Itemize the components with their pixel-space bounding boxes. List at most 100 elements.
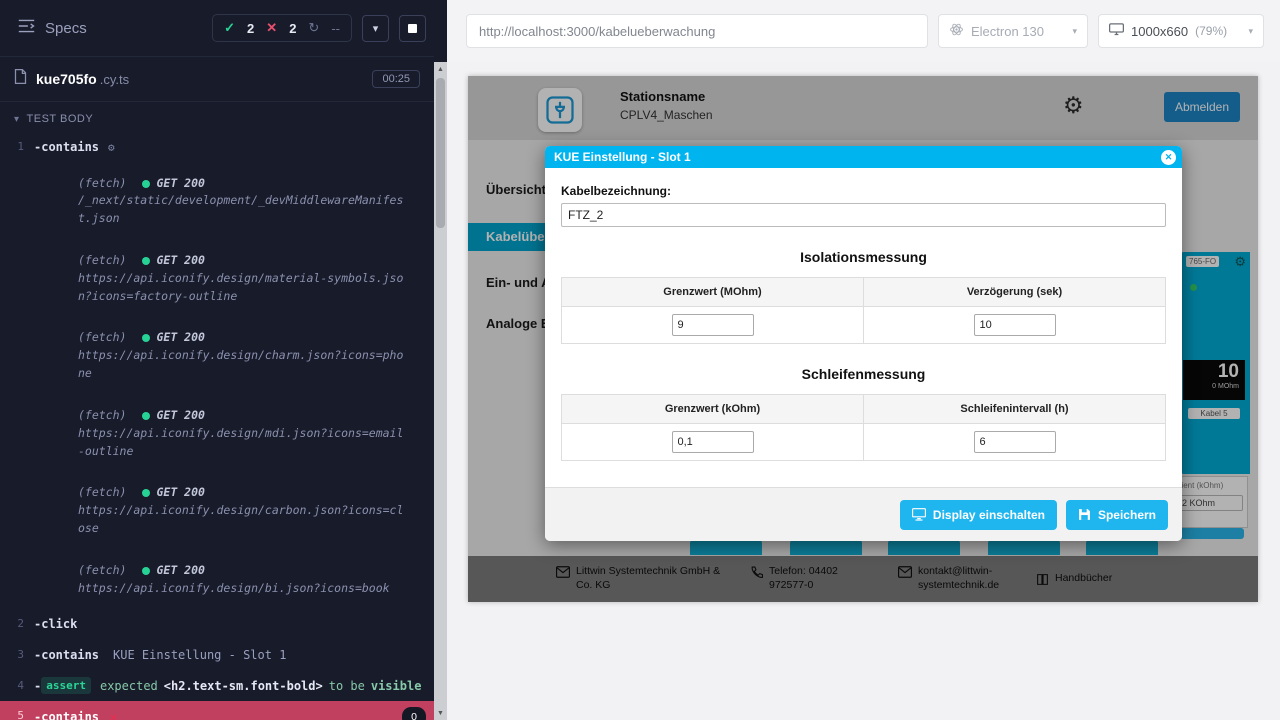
passed-count: 2	[247, 21, 254, 36]
column-header: Verzögerung (sek)	[864, 278, 1166, 307]
spec-file-icon	[14, 69, 27, 89]
spec-duration: 00:25	[372, 70, 420, 88]
schleifenmessung-table: Grenzwert (kOhm) Schleifenintervall (h)	[561, 394, 1166, 461]
fetch-log-5[interactable]: (fetch)GET 200 https://api.iconify.desig…	[0, 472, 434, 549]
fetch-url: https://api.iconify.design/mdi.json?icon…	[78, 425, 408, 461]
viewport-selector[interactable]: 1000x660 (79%) ▾	[1098, 14, 1264, 48]
reporter-scrollbar[interactable]: ▲ ▼	[434, 0, 447, 720]
scroll-down-arrow[interactable]: ▼	[434, 706, 447, 720]
speichern-button[interactable]: Speichern	[1066, 500, 1168, 530]
command-argument: KUE Einstellung - Slot 1	[113, 646, 286, 665]
test-body-label: TEST BODY	[27, 113, 94, 125]
fetch-label: (fetch)	[78, 407, 126, 425]
status-dot-icon	[142, 489, 150, 497]
spec-file-row[interactable]: kue705fo .cy.ts 00:25	[0, 56, 434, 102]
test-body-header[interactable]: ▾ TEST BODY	[0, 102, 434, 132]
fail-x-icon: ✕	[110, 708, 117, 720]
screen: Specs ✓ 2 ✕ 2 ↻ -- ▾ kue705fo .cy.ts 00:…	[0, 0, 1280, 720]
command-click[interactable]: 2 -click	[0, 609, 434, 640]
chevron-down-icon: ▾	[1072, 26, 1077, 37]
command-number: 3	[0, 646, 34, 661]
pending-count: --	[331, 21, 340, 36]
verzoegerung-sek-input[interactable]	[974, 314, 1056, 336]
collapse-button[interactable]: ▾	[362, 15, 389, 42]
assert-middle: to be	[329, 677, 365, 696]
specs-label[interactable]: Specs	[45, 20, 87, 37]
fetch-label: (fetch)	[78, 329, 126, 347]
scrollbar-thumb[interactable]	[436, 78, 445, 228]
modal-header: KUE Einstellung - Slot 1 ✕	[545, 146, 1182, 168]
fetch-log-2[interactable]: (fetch) GET 200 https://api.iconify.desig…	[0, 240, 434, 317]
fetch-status: GET 200	[156, 252, 204, 270]
column-header: Grenzwert (kOhm)	[562, 395, 864, 424]
command-contains-1[interactable]: 1 -contains⚙	[0, 132, 434, 163]
stop-button[interactable]	[399, 15, 426, 42]
assert-state: visible	[371, 677, 422, 696]
test-stats: ✓ 2 ✕ 2 ↻ --	[212, 14, 352, 42]
schleifenintervall-input[interactable]	[974, 431, 1056, 453]
modal-title: KUE Einstellung - Slot 1	[554, 150, 691, 164]
status-dot-icon	[142, 334, 150, 342]
isolationsmessung-title: Isolationsmessung	[561, 249, 1166, 265]
command-assert[interactable]: 4 -assertexpected<h2.text-sm.font-bold>t…	[0, 671, 434, 702]
fetch-url: https://api.iconify.design/material-symb…	[78, 270, 408, 306]
spec-name: kue705fo	[36, 71, 97, 87]
fetch-status: GET 200	[156, 329, 204, 347]
sidebar-toggle-icon[interactable]	[18, 19, 35, 38]
command-name: contains	[41, 646, 99, 665]
command-contains-2[interactable]: 3 -containsKUE Einstellung - Slot 1	[0, 640, 434, 671]
fetch-url: https://api.iconify.design/charm.json?ic…	[78, 347, 408, 383]
status-dot-icon	[142, 567, 150, 575]
kabelbezeichnung-input[interactable]	[561, 203, 1166, 227]
retry-badge: 0	[402, 707, 426, 720]
assert-badge: assert	[41, 677, 91, 694]
command-contains-failed[interactable]: 5 -contains✕0	[0, 701, 434, 720]
fetch-log-3[interactable]: (fetch) GET 200 https://api.iconify.desig…	[0, 317, 434, 394]
failed-icon: ✕	[266, 20, 277, 36]
fetch-log-4[interactable]: (fetch) GET 200 https://api.iconify.desig…	[0, 395, 434, 472]
fetch-label: (fetch)	[78, 562, 126, 580]
grenzwert-mohm-input[interactable]	[672, 314, 754, 336]
monitor-icon	[1109, 23, 1124, 39]
command-name: contains	[41, 138, 99, 157]
fetch-url: https://api.iconify.design/bi.json?icons…	[78, 580, 408, 598]
electron-icon	[949, 22, 964, 40]
schleifenmessung-title: Schleifenmessung	[561, 366, 1166, 382]
fetch-status: GET 200	[156, 562, 204, 580]
fetch-label: (fetch)	[78, 175, 126, 193]
command-number: 1	[0, 138, 34, 153]
kabelbezeichnung-label: Kabelbezeichnung:	[561, 184, 1166, 198]
stop-icon	[408, 24, 417, 33]
viewport-zoom: (79%)	[1195, 24, 1227, 38]
failed-count: 2	[289, 21, 296, 36]
command-number: 2	[0, 615, 34, 630]
fetch-log-1[interactable]: (fetch)GET 200 /_next/static/development…	[0, 163, 434, 240]
runner-topbar: Electron 130 ▾ 1000x660 (79%) ▾	[447, 0, 1280, 62]
scroll-up-arrow[interactable]: ▲	[434, 62, 447, 76]
modal-body: Kabelbezeichnung: Isolationsmessung Gren…	[545, 168, 1182, 461]
close-icon[interactable]: ✕	[1161, 150, 1176, 165]
assert-target: <h2.text-sm.font-bold>	[164, 677, 323, 696]
command-number: 4	[0, 677, 34, 692]
fetch-url: https://api.iconify.design/carbon.json?i…	[78, 502, 408, 538]
kue-settings-modal: KUE Einstellung - Slot 1 ✕ Kabelbezeichn…	[545, 146, 1182, 541]
fetch-label: (fetch)	[78, 252, 126, 270]
browser-selector[interactable]: Electron 130 ▾	[938, 14, 1088, 48]
cypress-reporter: Specs ✓ 2 ✕ 2 ↻ -- ▾ kue705fo .cy.ts 00:…	[0, 0, 434, 720]
fetch-label: (fetch)	[78, 484, 126, 502]
column-header: Schleifenintervall (h)	[864, 395, 1166, 424]
display-einschalten-button[interactable]: Display einschalten	[900, 500, 1057, 530]
chevron-down-icon: ▾	[1248, 26, 1253, 37]
spec-ext: .cy.ts	[100, 72, 129, 87]
fetch-status: GET 200	[156, 407, 204, 425]
pending-icon: ↻	[308, 20, 319, 36]
grenzwert-kohm-input[interactable]	[672, 431, 754, 453]
isolationsmessung-table: Grenzwert (MOhm) Verzögerung (sek)	[561, 277, 1166, 344]
reporter-toolbar: Specs ✓ 2 ✕ 2 ↻ -- ▾	[0, 0, 434, 56]
fetch-log-6[interactable]: (fetch) GET 200 https://api.iconify.desig…	[0, 550, 434, 610]
display-icon	[912, 508, 926, 521]
url-input[interactable]	[466, 14, 928, 48]
viewport-size: 1000x660	[1131, 24, 1188, 39]
status-dot-icon	[142, 257, 150, 265]
modal-footer: Display einschalten Speichern	[545, 487, 1182, 541]
